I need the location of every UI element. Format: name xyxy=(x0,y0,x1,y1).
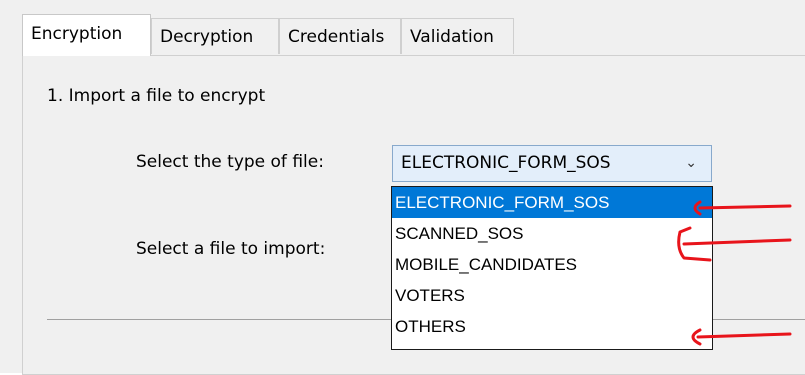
file-type-selected-value: ELECTRONIC_FORM_SOS xyxy=(401,153,611,173)
file-type-label: Select the type of file: xyxy=(136,152,324,172)
option-voters[interactable]: VOTERS xyxy=(392,280,712,311)
option-others[interactable]: OTHERS xyxy=(392,311,712,342)
option-electronic-form-sos[interactable]: ELECTRONIC_FORM_SOS xyxy=(392,187,712,218)
section-title: 1. Import a file to encrypt xyxy=(47,86,266,106)
tab-validation[interactable]: Validation xyxy=(401,18,514,54)
tab-decryption[interactable]: Decryption xyxy=(151,18,279,54)
chevron-down-icon[interactable]: ⌄ xyxy=(685,146,697,181)
option-mobile-candidates[interactable]: MOBILE_CANDIDATES xyxy=(392,249,712,280)
option-scanned-sos[interactable]: SCANNED_SOS xyxy=(392,218,712,249)
file-type-dropdown-list: ELECTRONIC_FORM_SOS SCANNED_SOS MOBILE_C… xyxy=(391,186,713,350)
tab-encryption[interactable]: Encryption xyxy=(22,14,151,56)
file-type-combobox[interactable]: ELECTRONIC_FORM_SOS ⌄ xyxy=(392,145,712,182)
tab-credentials[interactable]: Credentials xyxy=(279,18,401,54)
application-window: Encryption Decryption Credentials Valida… xyxy=(0,0,805,375)
import-file-label: Select a file to import: xyxy=(136,239,326,259)
